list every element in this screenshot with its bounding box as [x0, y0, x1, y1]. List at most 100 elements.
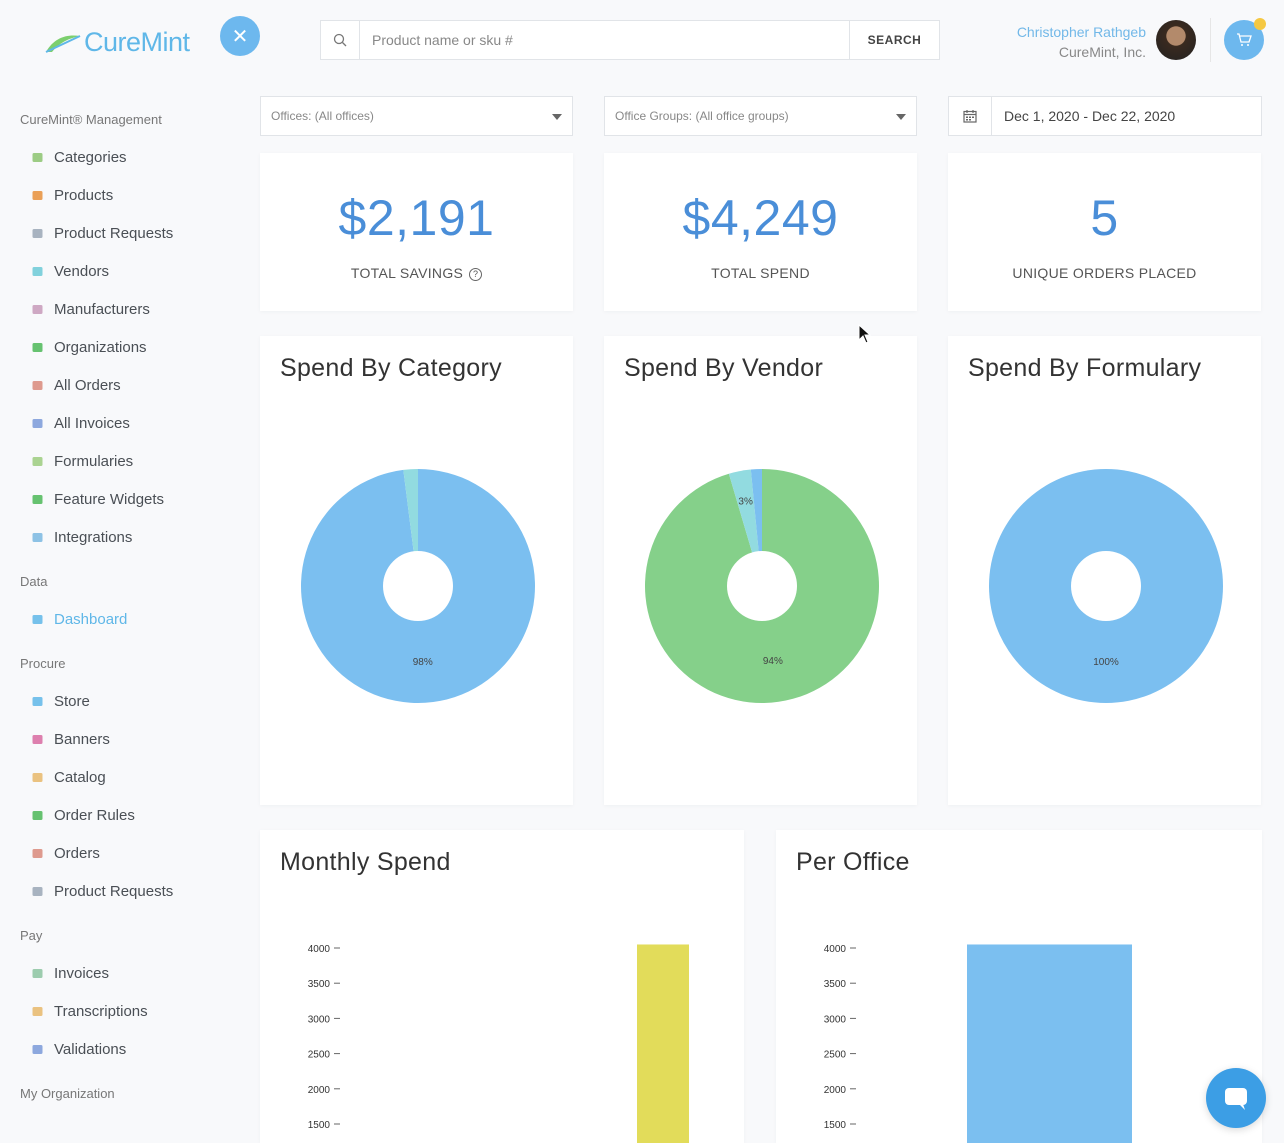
y-tick-label: 4000	[308, 944, 331, 955]
book-icon	[30, 770, 44, 784]
sidebar-item-manufacturers[interactable]: Manufacturers	[0, 290, 240, 328]
sidebar-item-label: Product Requests	[54, 224, 174, 242]
sidebar-item-product-requests[interactable]: Product Requests	[0, 214, 240, 252]
book-icon	[30, 1004, 44, 1018]
integration-icon	[30, 530, 44, 544]
sidebar-item-label: Feature Widgets	[54, 490, 165, 508]
sidebar-item-product-requests[interactable]: Product Requests	[0, 872, 240, 910]
chart-title: Spend By Formulary	[968, 354, 1202, 382]
sidebar-item-all-invoices[interactable]: All Invoices	[0, 404, 240, 442]
stat-label: UNIQUE ORDERS PLACED	[1012, 265, 1197, 281]
sidebar-item-banners[interactable]: Banners	[0, 720, 240, 758]
sidebar-item-label: Integrations	[54, 528, 133, 546]
y-tick-label: 3500	[824, 979, 847, 990]
sidebar-section-title: Pay	[20, 928, 43, 943]
tag-icon	[30, 846, 44, 860]
sidebar-item-dashboard[interactable]: Dashboard	[0, 600, 240, 638]
logo-text: CureMint	[84, 26, 190, 57]
user-name[interactable]: Christopher Rathgeb	[1017, 22, 1146, 42]
sidebar-section-title: My Organization	[20, 1086, 115, 1101]
pie-chart[interactable]: 100%	[986, 466, 1226, 706]
sidebar-item-categories[interactable]: Categories	[0, 138, 240, 176]
product-icon	[30, 188, 44, 202]
chart-card-monthly-spend: Monthly Spend 4000 3500 3000 2500 2000 1500	[260, 830, 744, 1143]
office-groups-select[interactable]: Office Groups: (All office groups)	[604, 96, 917, 136]
factory-icon	[30, 302, 44, 316]
pie-slice-label: 100%	[1093, 657, 1119, 668]
sidebar-item-store[interactable]: Store	[0, 682, 240, 720]
sidebar-item-label: Order Rules	[54, 806, 135, 824]
bar-chart[interactable]: 4000 3500 3000 2500 2000 1500	[776, 830, 1262, 1143]
sidebar-item-orders[interactable]: Orders	[0, 834, 240, 872]
search-button[interactable]: SEARCH	[849, 21, 939, 59]
bar[interactable]	[637, 944, 689, 1143]
sidebar-item-validations[interactable]: Validations	[0, 1030, 240, 1068]
offices-select[interactable]: Offices: (All offices)	[260, 96, 573, 136]
sidebar-item-label: Vendors	[54, 262, 110, 280]
user-org: CureMint, Inc.	[1058, 44, 1146, 60]
stat-label: TOTAL SPEND	[711, 265, 810, 281]
search-bar: SEARCH	[320, 20, 940, 60]
sidebar-item-label: Product Requests	[54, 882, 174, 900]
offices-select-label: Offices: (All offices)	[271, 109, 374, 123]
stat-value: $2,191	[338, 190, 495, 246]
chart-card-spend-by-vendor: Spend By Vendor 94% 3%	[604, 336, 917, 805]
y-tick-label: 3000	[824, 1014, 847, 1025]
sidebar-item-label: Manufacturers	[54, 300, 150, 318]
pie-chart[interactable]: 98%	[298, 466, 538, 706]
mouse-cursor-icon	[858, 324, 872, 344]
bar[interactable]	[967, 944, 1132, 1143]
chart-card-per-office: Per Office 4000 3500 3000 2500 2000 1500	[776, 830, 1262, 1143]
pie-chart[interactable]: 94% 3%	[642, 466, 882, 706]
y-tick-label: 3500	[308, 979, 331, 990]
header-divider	[1210, 18, 1211, 62]
sidebar-item-transcriptions[interactable]: Transcriptions	[0, 992, 240, 1030]
sidebar-item-label: Banners	[54, 730, 110, 748]
sidebar-item-label: Dashboard	[54, 610, 128, 628]
sidebar-item-invoices[interactable]: Invoices	[0, 954, 240, 992]
cart-badge	[1254, 18, 1266, 30]
sidebar-item-formularies[interactable]: Formularies	[0, 442, 240, 480]
sidebar-item-catalog[interactable]: Catalog	[0, 758, 240, 796]
sidebar-item-all-orders[interactable]: All Orders	[0, 366, 240, 404]
date-range-picker[interactable]: Dec 1, 2020 - Dec 22, 2020	[948, 96, 1262, 136]
y-tick-label: 1500	[824, 1120, 847, 1131]
pie-slice-label: 3%	[738, 497, 753, 508]
user-info[interactable]: Christopher Rathgeb CureMint, Inc.	[1017, 22, 1146, 62]
bookmark-icon	[30, 340, 44, 354]
y-tick-label: 2000	[308, 1085, 331, 1096]
sidebar-item-label: All Orders	[54, 376, 121, 394]
lightbulb-icon	[30, 884, 44, 898]
y-tick-label: 2000	[824, 1085, 847, 1096]
sidebar-item-organizations[interactable]: Organizations	[0, 328, 240, 366]
y-tick-label: 2500	[824, 1050, 847, 1061]
check-icon	[30, 1042, 44, 1056]
chart-card-spend-by-category: Spend By Category 98%	[260, 336, 573, 805]
sidebar-item-products[interactable]: Products	[0, 176, 240, 214]
stat-label-text: TOTAL SAVINGS	[350, 265, 464, 281]
avatar[interactable]	[1156, 20, 1196, 60]
help-icon[interactable]: ?	[469, 267, 483, 281]
stat-card-total-savings: $2,191 TOTAL SAVINGS?	[260, 153, 573, 311]
dashboard-icon	[30, 612, 44, 626]
sidebar-item-integrations[interactable]: Integrations	[0, 518, 240, 556]
logo-leaf-icon	[45, 35, 81, 53]
sidebar-item-label: Categories	[54, 148, 127, 166]
close-sidebar-button[interactable]: ✕	[220, 16, 260, 56]
sidebar-item-feature-widgets[interactable]: Feature Widgets	[0, 480, 240, 518]
invoice-icon	[30, 966, 44, 980]
sidebar-item-label: Orders	[54, 844, 100, 862]
sidebar-item-vendors[interactable]: Vendors	[0, 252, 240, 290]
sidebar-section-title: Data	[20, 574, 48, 589]
search-input[interactable]	[360, 21, 849, 59]
curemint-logo[interactable]: CureMint	[44, 22, 216, 62]
table-icon	[30, 454, 44, 468]
sidebar-item-label: Store	[54, 692, 90, 710]
chat-button[interactable]	[1206, 1068, 1266, 1128]
bar-chart[interactable]: 4000 3500 3000 2500 2000 1500	[260, 830, 744, 1143]
pie-hole	[1071, 551, 1141, 621]
lightbulb-icon	[30, 226, 44, 240]
sidebar-item-order-rules[interactable]: Order Rules	[0, 796, 240, 834]
stat-label: TOTAL SAVINGS?	[260, 265, 573, 281]
invoice-icon	[30, 416, 44, 430]
